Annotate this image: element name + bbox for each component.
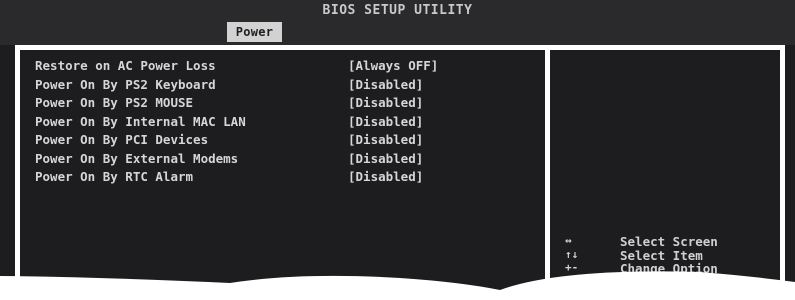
setting-label: Power On By Internal MAC LAN <box>35 113 246 129</box>
setting-power-on-by-external-modems[interactable]: Power On By External Modems [Disabled] <box>35 151 535 170</box>
bios-title: BIOS SETUP UTILITY <box>322 3 473 18</box>
bios-screen: BIOS SETUP UTILITY Power Restore on AC P… <box>0 0 795 300</box>
title-bar: BIOS SETUP UTILITY Power <box>0 0 795 45</box>
setting-power-on-by-rtc-alarm[interactable]: Power On By RTC Alarm [Disabled] <box>35 169 535 188</box>
setting-label: Power On By PS2 Keyboard <box>35 76 216 92</box>
help-row-select-item: ↑↓ Select Item <box>565 247 765 263</box>
up-down-arrow-icon: ↑↓ <box>565 247 579 261</box>
setting-label: Power On By External Modems <box>35 150 239 166</box>
setting-value[interactable]: [Disabled] <box>348 95 423 110</box>
setting-value[interactable]: [Disabled] <box>348 114 423 129</box>
help-description: Change Option <box>620 261 718 276</box>
setting-value[interactable]: [Always OFF] <box>348 58 438 73</box>
settings-panel: Restore on AC Power Loss [Always OFF] Po… <box>20 50 545 300</box>
setting-label: Restore on AC Power Loss <box>35 58 216 73</box>
left-right-arrow-icon: ↔ <box>565 234 572 247</box>
setting-value[interactable]: [Disabled] <box>348 77 423 92</box>
help-row-change-option: +- Change Option <box>565 261 765 276</box>
key-help-list: ↔ Select Screen ↑↓ Select Item +- Change… <box>565 234 765 276</box>
setting-label: Power On By PCI Devices <box>35 132 209 147</box>
help-panel: ↔ Select Screen ↑↓ Select Item +- Change… <box>550 50 780 300</box>
plus-minus-icon: +- <box>565 261 579 274</box>
help-row-select-screen: ↔ Select Screen <box>565 234 765 249</box>
setting-power-on-by-ps2-keyboard[interactable]: Power On By PS2 Keyboard [Disabled] <box>35 77 535 96</box>
setting-label: Power On By PS2 MOUSE <box>35 95 194 110</box>
setting-value[interactable]: [Disabled] <box>348 169 423 184</box>
setting-restore-on-ac-power-loss[interactable]: Restore on AC Power Loss [Always OFF] <box>35 58 535 77</box>
setting-power-on-by-internal-mac-lan[interactable]: Power On By Internal MAC LAN [Disabled] <box>35 114 535 133</box>
setting-label: Power On By RTC Alarm <box>35 169 194 184</box>
setting-power-on-by-pci-devices[interactable]: Power On By PCI Devices [Disabled] <box>35 132 535 151</box>
setting-value[interactable]: [Disabled] <box>348 151 423 166</box>
setting-power-on-by-ps2-mouse[interactable]: Power On By PS2 MOUSE [Disabled] <box>35 95 535 114</box>
settings-list: Restore on AC Power Loss [Always OFF] Po… <box>35 58 535 188</box>
setting-value[interactable]: [Disabled] <box>348 132 423 147</box>
tab-power[interactable]: Power <box>227 22 282 42</box>
